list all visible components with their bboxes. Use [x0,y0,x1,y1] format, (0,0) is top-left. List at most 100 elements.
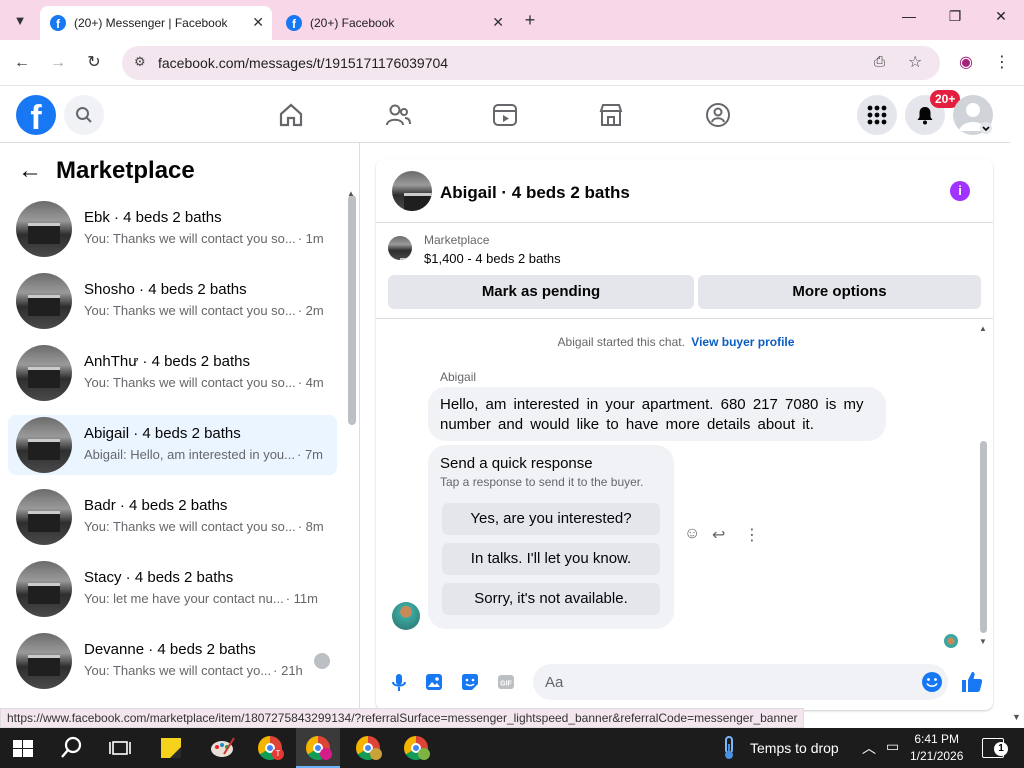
more-actions-icon[interactable]: ⋮ [744,525,760,545]
buyer-avatar[interactable] [392,602,420,630]
conversation-preview: Abigail: Hello, am interested in you... ·… [84,447,323,462]
omnibox[interactable]: ⚙ facebook.com/messages/t/19151711760397… [122,46,940,80]
scroll-up-icon[interactable]: ▲ [347,189,355,198]
preview-text: You: Thanks we will contact you so... [84,375,296,390]
tab-messenger[interactable]: f (20+) Messenger | Facebook ✕ [40,6,272,40]
tray-chevron-icon[interactable]: ︿ [862,738,876,758]
listing-thumbnail [16,561,72,617]
conversation-item[interactable]: Abigail · 4 beds 2 baths Abigail: Hello, … [8,415,337,475]
reload-icon[interactable]: ↻ [82,51,106,75]
facebook-favicon-icon: f [286,15,302,31]
search-icon[interactable] [64,95,104,135]
chrome-profile-3-icon[interactable] [352,734,384,762]
panel-title: Marketplace [56,157,195,184]
conversation-item[interactable]: AnhThư · 4 beds 2 baths You: Thanks we wi… [8,343,337,403]
listing-detail[interactable]: $1,400 - 4 beds 2 baths [424,251,561,266]
friends-icon[interactable] [384,101,412,129]
message-input[interactable]: Aa [533,664,948,700]
menu-grid-icon[interactable] [857,95,897,135]
reply-icon[interactable]: ↩ [712,525,725,545]
thumbs-up-icon[interactable] [960,670,984,694]
scroll-up-icon[interactable]: ▲ [979,324,987,333]
chrome-profile-1-icon[interactable]: T [254,734,286,762]
chat-panel: Abigail · 4 beds 2 baths i Marketplace $… [376,159,993,710]
close-tab-icon[interactable]: ✕ [252,14,264,31]
seen-by-icon [314,653,330,669]
mark-as-pending-button[interactable]: Mark as pending [388,275,694,309]
conversation-time: · 8m [297,519,324,534]
conversation-preview: You: let me have your contact nu... · 11m [84,591,318,606]
chrome-profile-4-icon[interactable] [400,734,432,762]
conversation-preview: You: Thanks we will contact yo... · 21h [84,663,303,678]
sender-name: Abigail [440,370,477,384]
profile-icon[interactable]: ◉ [954,51,978,75]
conversation-name: AnhThư · 4 beds 2 baths [84,353,250,370]
listing-thumbnail[interactable] [392,171,432,211]
url-text[interactable]: facebook.com/messages/t/1915171176039704 [158,55,448,71]
scrollbar[interactable] [348,195,356,425]
page-scroll-down-icon[interactable]: ▼ [1012,712,1021,722]
conversation-item[interactable]: Devanne · 4 beds 2 baths You: Thanks we w… [8,631,337,691]
conversation-time: · 2m [297,303,324,318]
windows-start-icon[interactable] [10,734,36,762]
sticker-icon[interactable] [460,672,480,692]
scroll-down-icon[interactable]: ▼ [979,637,987,646]
clock[interactable]: 6:41 PM 1/21/2026 [910,731,963,765]
account-avatar[interactable] [953,95,993,135]
minimize-icon[interactable]: — [886,8,932,32]
window-close-icon[interactable]: ✕ [978,8,1024,32]
close-tab-icon[interactable]: ✕ [492,14,504,31]
more-options-button[interactable]: More options [698,275,981,309]
maximize-icon[interactable]: ❐ [932,8,978,32]
install-app-icon[interactable]: ⎙ [874,53,885,70]
listing-banner: Marketplace $1,400 - 4 beds 2 baths Mark… [376,223,993,319]
quick-response-button[interactable]: In talks. I'll let you know. [442,543,660,575]
tab-search-chevron-icon[interactable]: ▼ [8,8,32,32]
view-buyer-profile-link[interactable]: View buyer profile [691,335,794,349]
facebook-logo[interactable]: f [16,95,56,135]
paint-app-icon[interactable] [206,734,238,762]
task-view-icon[interactable] [106,734,134,762]
chrome-menu-icon[interactable]: ⋮ [990,51,1014,75]
forward-arrow-icon[interactable]: → [46,51,70,75]
search-icon[interactable] [58,734,86,762]
thermometer-weather-icon[interactable] [716,734,742,762]
chat-title[interactable]: Abigail · 4 beds 2 baths [440,183,630,203]
new-tab-plus-icon[interactable]: + [518,8,542,32]
back-arrow-icon[interactable]: ← [10,51,34,75]
quick-response-button[interactable]: Yes, are you interested? [442,503,660,535]
bookmark-star-icon[interactable]: ☆ [908,52,922,72]
react-smiley-icon[interactable]: ☺ [684,525,700,543]
listing-label: Marketplace [424,233,490,247]
info-icon[interactable]: i [950,181,970,201]
conversation-item[interactable]: Stacy · 4 beds 2 baths You: let me have y… [8,559,337,619]
chrome-profile-2-icon[interactable] [296,728,340,768]
weather-text[interactable]: Temps to drop [750,740,839,756]
quick-response-title: Send a quick response [440,455,593,472]
tab-facebook[interactable]: f (20+) Facebook ✕ [276,6,512,40]
conversation-item[interactable]: Shosho · 4 beds 2 baths You: Thanks we wi… [8,271,337,331]
back-arrow-icon[interactable]: ← [18,157,42,185]
chat-scrollbar[interactable] [980,441,987,633]
gif-icon[interactable]: GIF [496,672,516,692]
home-icon[interactable] [277,101,305,129]
quick-response-button[interactable]: Sorry, it's not available. [442,583,660,615]
microphone-icon[interactable] [389,672,409,692]
photo-icon[interactable] [424,672,444,692]
conversation-item[interactable]: Badr · 4 beds 2 baths You: Thanks we will… [8,487,337,547]
groups-icon[interactable] [704,101,732,129]
conversation-name: Stacy · 4 beds 2 baths [84,569,234,586]
link-status-url: https://www.facebook.com/marketplace/ite… [0,708,805,728]
conversation-item[interactable]: Ebk · 4 beds 2 baths You: Thanks we will … [8,199,337,259]
conversation-name: Devanne · 4 beds 2 baths [84,641,256,658]
site-settings-icon[interactable]: ⚙ [134,54,146,70]
message-bubble[interactable]: Hello, am interested in your apartment. … [428,387,886,441]
network-icon[interactable]: ▭ [886,738,899,755]
sticky-notes-icon[interactable] [156,734,186,762]
marketplace-icon[interactable] [597,101,625,129]
emoji-icon[interactable] [921,671,943,693]
conversation-time: · 7m [297,447,323,462]
conversation-name: Badr · 4 beds 2 baths [84,497,228,514]
video-icon[interactable] [491,101,519,129]
listing-thumbnail-small[interactable] [388,236,412,260]
